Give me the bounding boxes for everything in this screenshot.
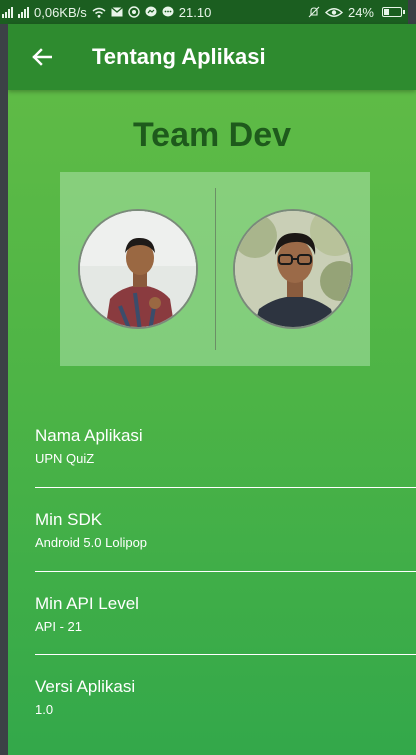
info-min-api-level: Min API Level API - 21 — [35, 594, 416, 634]
info-label: Min API Level — [35, 594, 139, 613]
page-title: Tentang Aplikasi — [92, 44, 266, 69]
photo-divider — [215, 188, 216, 350]
info-value: UPN QuiZ — [35, 451, 95, 466]
info-value: 1.0 — [35, 702, 54, 717]
window-edge — [0, 0, 8, 755]
about-content: Team Dev Nama Aplikasi UPN QuiZ Min SDK … — [8, 90, 416, 755]
info-label: Versi Aplikasi — [35, 677, 136, 696]
info-label: Min SDK — [35, 510, 103, 529]
divider — [35, 571, 416, 572]
info-value: Android 5.0 Lolipop — [35, 535, 148, 550]
member-slot-1 — [60, 172, 215, 366]
avatar-developer-1 — [77, 209, 198, 329]
divider — [35, 487, 416, 488]
info-app-version: Versi Aplikasi 1.0 — [35, 677, 416, 717]
app-screen: Tentang Aplikasi Team Dev Nama Aplikasi … — [8, 0, 416, 755]
member-slot-2 — [215, 172, 370, 366]
info-value: API - 21 — [35, 619, 82, 634]
info-app-name: Nama Aplikasi UPN QuiZ — [35, 426, 416, 466]
info-min-sdk: Min SDK Android 5.0 Lolipop — [35, 510, 416, 550]
avatar-developer-2 — [232, 209, 353, 329]
info-label: Nama Aplikasi — [35, 426, 143, 445]
team-photo-panel — [60, 172, 370, 366]
divider — [35, 654, 416, 655]
app-bar: Tentang Aplikasi — [8, 24, 416, 90]
team-title: Team Dev — [132, 116, 292, 154]
arrow-left-icon — [32, 48, 52, 66]
back-button[interactable] — [18, 33, 66, 81]
